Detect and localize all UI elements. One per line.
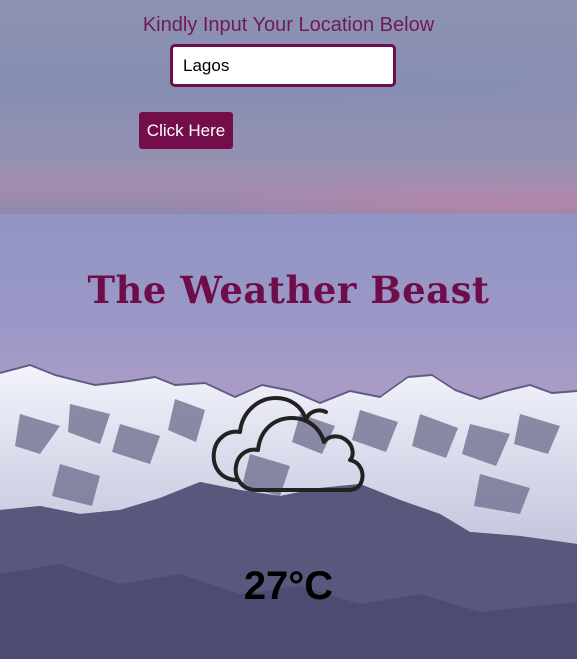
submit-button[interactable]: Click Here bbox=[139, 112, 233, 149]
location-prompt: Kindly Input Your Location Below bbox=[142, 14, 435, 36]
weather-card: The Weather Beast 27°C bbox=[0, 214, 577, 659]
app-title: The Weather Beast bbox=[87, 268, 490, 312]
location-input[interactable] bbox=[170, 44, 396, 87]
search-section: Kindly Input Your Location Below Click H… bbox=[0, 0, 577, 214]
temperature-readout: 27°C bbox=[243, 564, 334, 608]
cloud-icon bbox=[211, 396, 365, 492]
